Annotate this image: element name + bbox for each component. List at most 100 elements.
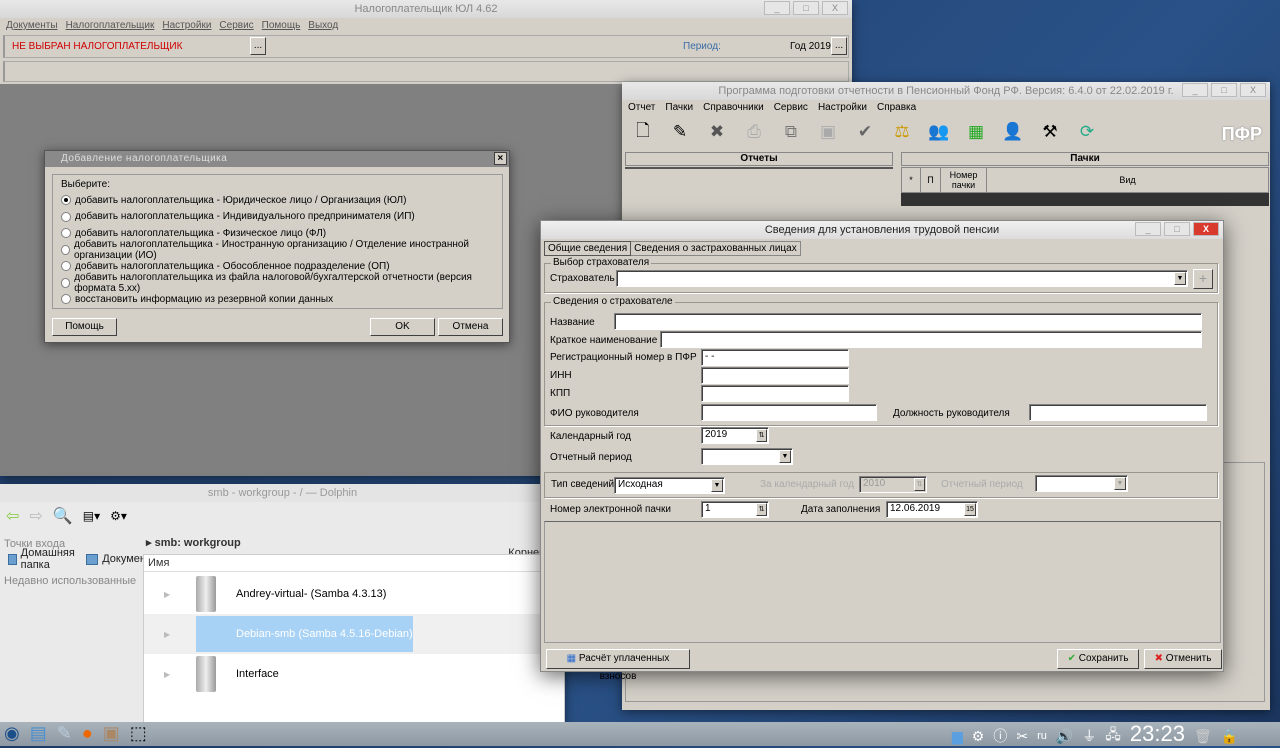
head-name-input[interactable]	[701, 404, 877, 421]
period-select[interactable]: ▼	[701, 448, 793, 465]
fill-date-picker[interactable]: 12.06.2019 15	[886, 501, 978, 518]
install-icon[interactable]: ⬚	[130, 723, 147, 744]
kpp-input[interactable]	[701, 385, 849, 402]
close-button[interactable]: ×	[494, 152, 507, 165]
reg-number-input[interactable]: - -	[701, 349, 849, 366]
close-button[interactable]: X	[1193, 222, 1219, 236]
lock-icon[interactable]: 🔒	[1221, 728, 1238, 745]
year-spinner[interactable]: 2019 ⇅	[701, 427, 769, 444]
menu-service[interactable]: Сервис	[219, 20, 253, 31]
clipboard-icon[interactable]: ✂	[1016, 728, 1028, 745]
radio-icon[interactable]	[61, 211, 71, 222]
place-item[interactable]: Домашняя папка	[4, 547, 78, 571]
menu-exit[interactable]: Выход	[308, 20, 338, 31]
system-settings-icon[interactable]: ⚙	[972, 728, 985, 745]
breadcrumb[interactable]: ▸ smb: workgroup	[146, 536, 241, 549]
menu-taxpayer[interactable]: Налогоплательщик	[66, 20, 155, 31]
minimize-button[interactable]: _	[1182, 83, 1208, 97]
tools-icon[interactable]: ⚒	[1037, 119, 1063, 145]
file-item[interactable]: ▶ Interface	[144, 654, 564, 694]
firefox-icon[interactable]: ●	[82, 723, 93, 744]
keyboard-layout[interactable]: ru	[1037, 730, 1047, 742]
ok-button[interactable]: OK	[370, 318, 435, 336]
export-icon[interactable]: ⧉	[778, 119, 804, 145]
radio-icon[interactable]	[61, 261, 71, 272]
clock[interactable]: 23:23	[1130, 721, 1185, 747]
save-button[interactable]: ✔ Сохранить	[1057, 649, 1139, 669]
file-item[interactable]: ▶ Debian-smb (Samba 4.5.16-Debian)	[144, 614, 564, 654]
users-icon[interactable]: 👥	[926, 119, 952, 145]
head-position-input[interactable]	[1029, 404, 1207, 421]
select-taxpayer-button[interactable]: ...	[250, 37, 266, 55]
print-icon[interactable]: ⎙	[741, 119, 767, 145]
close-button[interactable]: X	[822, 1, 848, 15]
taxpayer-type-radio[interactable]: добавить налогоплательщика - Индивидуаль…	[61, 209, 494, 226]
radio-icon[interactable]	[61, 195, 71, 206]
pack-number-spinner[interactable]: 1 ⇅	[701, 501, 769, 518]
menu-report[interactable]: Отчет	[628, 102, 655, 113]
menu-documents[interactable]: Документы	[6, 20, 58, 31]
taxpayer-type-radio[interactable]: добавить налогоплательщика - Иностранную…	[61, 239, 494, 261]
chevron-down-icon[interactable]: ▼	[779, 450, 791, 463]
file-manager-icon[interactable]: ▤	[30, 723, 47, 744]
tab-general[interactable]: Общие сведения	[544, 241, 632, 256]
help-button[interactable]: Помощь	[52, 318, 117, 336]
tab-insured-persons[interactable]: Сведения о застрахованных лицах	[631, 241, 801, 256]
expand-icon[interactable]: ▶	[164, 590, 170, 599]
cancel-button[interactable]: Отмена	[438, 318, 503, 336]
trash-icon[interactable]: 🗑	[1194, 728, 1212, 745]
maximize-button[interactable]: □	[793, 1, 819, 15]
refresh-icon[interactable]: ⟳	[1074, 119, 1100, 145]
inn-input[interactable]	[701, 367, 849, 384]
text-editor-icon[interactable]: ✎	[57, 723, 72, 744]
expand-icon[interactable]: ▶	[164, 630, 170, 639]
menu-settings[interactable]: Настройки	[162, 20, 211, 31]
taxpayer-type-radio[interactable]: добавить налогоплательщика из файла нало…	[61, 272, 494, 294]
taxpayer-type-radio[interactable]: добавить налогоплательщика - Юридическое…	[61, 192, 494, 209]
person-icon[interactable]: 👤	[1000, 119, 1026, 145]
check-icon[interactable]: ✔	[852, 119, 878, 145]
usb-icon[interactable]: ⏚	[1082, 726, 1096, 746]
new-document-icon[interactable]: 🗋	[630, 119, 656, 145]
forward-icon[interactable]: ⇨	[29, 506, 42, 526]
chevron-down-icon[interactable]: ▼	[1174, 272, 1186, 285]
package-manager-icon[interactable]: ▣	[103, 723, 120, 744]
menu-packs[interactable]: Пачки	[665, 102, 693, 113]
menu-help[interactable]: Справка	[877, 102, 916, 113]
minimize-button[interactable]: _	[1135, 222, 1161, 236]
calendar-icon[interactable]: 15	[964, 503, 976, 516]
calc-contributions-button[interactable]: ▦ Расчёт уплаченных взносов	[546, 649, 690, 682]
cancel-button[interactable]: ✖ Отменить	[1144, 649, 1222, 669]
insurer-select[interactable]: ▼	[616, 270, 1188, 287]
type-select[interactable]: Исходная ▼	[614, 477, 725, 494]
maximize-button[interactable]: □	[1164, 222, 1190, 236]
add-insurer-button[interactable]: +	[1193, 269, 1213, 289]
name-input[interactable]	[614, 313, 1202, 330]
info-icon[interactable]: ⓘ	[993, 726, 1007, 746]
menu-help[interactable]: Помощь	[262, 20, 301, 31]
scales-icon[interactable]: ⚖	[889, 119, 915, 145]
packs-row-selected[interactable]	[901, 193, 1269, 206]
settings-icon[interactable]: ⚙▾	[110, 509, 127, 523]
menu-service[interactable]: Сервис	[774, 102, 808, 113]
radio-icon[interactable]	[61, 294, 71, 305]
calculator-icon[interactable]: ▦	[963, 119, 989, 145]
edit-icon[interactable]: ✎	[667, 119, 693, 145]
copy-icon[interactable]: ▣	[815, 119, 841, 145]
close-button[interactable]: X	[1240, 83, 1266, 97]
menu-settings[interactable]: Настройки	[818, 102, 867, 113]
menu-directories[interactable]: Справочники	[703, 102, 764, 113]
short-name-input[interactable]	[660, 331, 1202, 348]
volume-icon[interactable]: 🔊	[1056, 728, 1073, 745]
minimize-button[interactable]: _	[764, 1, 790, 15]
period-button[interactable]: ...	[831, 37, 847, 55]
expand-icon[interactable]: ▶	[164, 670, 170, 679]
file-item[interactable]: ▶ Andrey-virtual- (Samba 4.3.13)	[144, 574, 564, 614]
start-menu-icon[interactable]: ◉	[4, 723, 20, 744]
radio-icon[interactable]	[61, 228, 71, 239]
radio-icon[interactable]	[61, 277, 71, 288]
maximize-button[interactable]: □	[1211, 83, 1237, 97]
folder-icon[interactable]: ▆	[952, 728, 963, 745]
delete-icon[interactable]: ✖	[704, 119, 730, 145]
chevron-down-icon[interactable]: ▼	[711, 479, 723, 492]
